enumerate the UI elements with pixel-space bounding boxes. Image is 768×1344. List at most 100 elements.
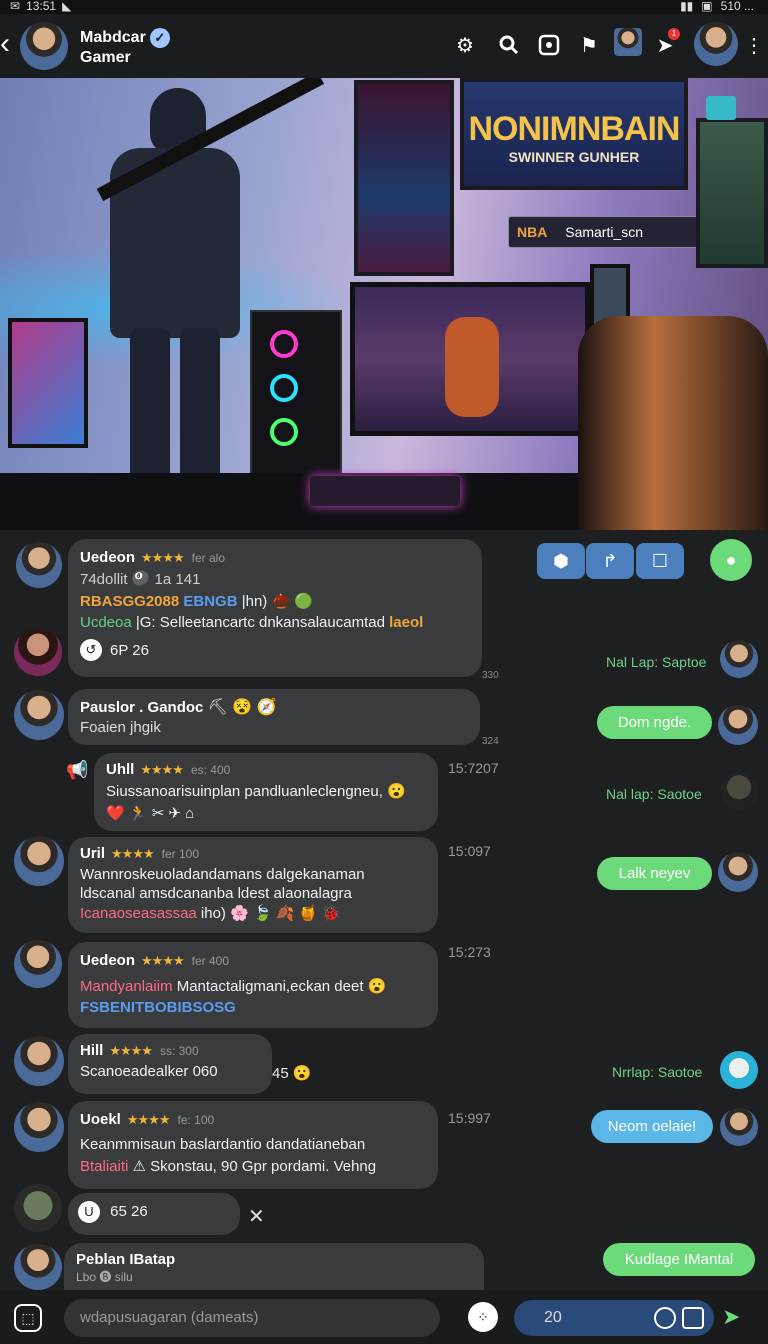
message-meta: es: 400	[190, 763, 231, 777]
gaming-chair	[578, 316, 768, 530]
search-icon[interactable]	[496, 32, 522, 58]
main-monitor	[350, 282, 590, 436]
sender-name: Uedeon	[80, 549, 136, 566]
flag-icon[interactable]: ⚑	[576, 32, 602, 58]
avatar[interactable]	[718, 852, 758, 892]
profile-avatar[interactable]	[694, 22, 738, 66]
avatar[interactable]	[14, 1184, 62, 1232]
message-line: ldscanal amsdcananba ldest alaonalagra	[80, 885, 352, 902]
message-time: 15:273	[448, 944, 491, 960]
reaction-counter[interactable]: 20	[514, 1300, 714, 1336]
status-bar: ✉ 13:51 ◣ ▮▮ ▣ 510 ...	[0, 0, 768, 14]
streamer-tag: NBA Samarti_scn	[508, 216, 710, 248]
message-bubble[interactable]: Uoekl ★★★★ fe: 100 Keanmmisaun baslardanti…	[68, 1101, 438, 1189]
status-right-text: 510 ...	[720, 0, 754, 13]
reaction-text: 45 😮	[272, 1065, 312, 1082]
reply-label: Nal lap: Saotoe	[606, 786, 702, 802]
verified-icon: ✓	[149, 28, 170, 48]
reaction-count[interactable]: 65 26	[110, 1203, 148, 1220]
message-line: ⚠ Skonstau, 90 Gpr pordami. Vehng	[128, 1158, 377, 1175]
message-highlight: Ucdeoa	[80, 614, 132, 631]
message-bubble[interactable]: Uedeon ★★★★ fer 400 Mandyanlaiim Mantactal…	[68, 942, 438, 1028]
close-icon[interactable]: ✕	[248, 1204, 265, 1229]
streamer-tag-text: Samarti_scn	[565, 224, 644, 240]
megaphone-icon[interactable]: ➤ 1	[652, 28, 680, 58]
avatar[interactable]	[14, 1036, 64, 1086]
outgoing-message[interactable]: Neom oelaie!	[591, 1110, 713, 1143]
avatar[interactable]	[14, 1102, 64, 1152]
message-bubble[interactable]: Uhll ★★★★ es: 400 Siussanoarisuinplan pand…	[94, 753, 438, 831]
mail-icon: ✉	[10, 0, 21, 13]
desk-lamp-icon	[706, 96, 736, 120]
outgoing-message[interactable]: Kudlage IMantal	[603, 1243, 755, 1276]
avatar[interactable]	[720, 640, 758, 678]
message-meta: fer alo	[191, 551, 225, 565]
reaction-bubble[interactable]: U 65 26	[68, 1193, 240, 1235]
avatar[interactable]	[720, 1108, 758, 1146]
avatar[interactable]	[720, 1051, 758, 1089]
poster-title-text: NONIMNBAIN	[468, 110, 681, 148]
image-icon[interactable]	[682, 1307, 704, 1329]
message-line: iho) 🌸 🍃 🍂 🍯 🐞	[196, 905, 341, 922]
message-highlight: Btaliaiti	[80, 1158, 129, 1175]
outgoing-message[interactable]: Dom ngde.	[597, 706, 712, 739]
message-line: |G:	[131, 614, 160, 631]
pin-button[interactable]: ↱	[586, 543, 634, 579]
counter-value: 20	[544, 1309, 562, 1326]
soldier-figure	[80, 78, 325, 528]
avatar[interactable]	[14, 940, 62, 988]
avatar[interactable]	[14, 1244, 62, 1290]
avatar[interactable]	[14, 690, 64, 740]
rank-stars: ★★★★	[109, 1043, 153, 1058]
group-avatar[interactable]	[614, 28, 642, 56]
chat-bubble-icon[interactable]: ●	[710, 539, 752, 581]
reply-label: Nal Lap: Saptoe	[606, 654, 707, 670]
message-bubble[interactable]: Peblan IBatap Lbo 🅑 silu	[64, 1243, 484, 1293]
message-highlight: laeol	[389, 614, 424, 631]
timer-icon[interactable]	[654, 1307, 676, 1329]
message-bubble[interactable]: Hill ★★★★ ss: 300 Scanoeadealker 060	[68, 1034, 272, 1094]
reply-icon[interactable]: U	[78, 1201, 100, 1223]
more-icon[interactable]: ⋮	[744, 32, 764, 58]
poster-title: NONIMNBAIN SWINNER GUNHER	[460, 78, 688, 190]
message-bubble[interactable]: Pauslor . Gandoc ⛏ 😵 🧭 Foaien jhgik	[68, 689, 480, 745]
sender-name: Hill	[80, 1042, 104, 1059]
reaction-count[interactable]: 6P 26	[110, 642, 149, 659]
reply-icon[interactable]: ↺	[80, 639, 102, 661]
left-monitor	[8, 318, 88, 448]
outgoing-message[interactable]: Lalk neyev	[597, 857, 712, 890]
avatar[interactable]	[16, 542, 62, 588]
rank-stars: ★★★★	[111, 846, 155, 861]
message-input[interactable]: wdapusuagaran (dameats)	[64, 1299, 440, 1337]
avatar[interactable]	[14, 836, 64, 886]
emoji-group: ⛏ 😵 🧭	[207, 699, 277, 716]
avatar[interactable]	[20, 22, 68, 70]
attach-icon[interactable]: ⬚	[14, 1304, 42, 1332]
back-icon[interactable]: ‹	[0, 29, 10, 59]
calendar-button[interactable]: ☐	[636, 543, 684, 579]
message-highlight: Mandyanlaiim	[80, 978, 173, 995]
message-line: Foaien jhgik	[80, 719, 161, 736]
avatar[interactable]	[14, 628, 62, 676]
message-time: 15:7207	[448, 760, 499, 776]
status-time: 13:51	[26, 0, 57, 13]
rank-stars: ★★★★	[126, 1112, 171, 1127]
message-highlight: EBNGB	[183, 593, 238, 610]
game-controller-icon[interactable]: ⚙	[452, 32, 478, 58]
avatar[interactable]	[718, 705, 758, 745]
sender-name: Peblan IBatap	[76, 1251, 176, 1268]
send-icon[interactable]: ➤	[722, 1304, 740, 1330]
pc-tower	[250, 310, 342, 480]
message-bubble[interactable]: Uril ★★★★ fer 100 Wannroskeuoladandamans d…	[68, 837, 438, 933]
sticker-button[interactable]: ⬢	[537, 543, 585, 579]
message-time: 324	[482, 736, 499, 747]
input-bar: ⬚ wdapusuagaran (dameats) ⁘ 20 ➤	[0, 1290, 768, 1344]
message-line: 74dollit 🎱 1a 141	[80, 571, 201, 588]
sender-name: Uril	[80, 845, 106, 862]
message-bubble[interactable]: Uedeon ★★★★ fer alo 74dollit 🎱 1a 141 RBAS…	[68, 539, 482, 677]
chat-title[interactable]: Mabdcar ✓ Gamer	[80, 28, 170, 67]
emoji-icon[interactable]: ⁘	[468, 1302, 498, 1332]
rank-stars: ★★★★	[141, 550, 185, 565]
record-icon[interactable]	[536, 32, 562, 58]
avatar[interactable]	[720, 772, 758, 810]
